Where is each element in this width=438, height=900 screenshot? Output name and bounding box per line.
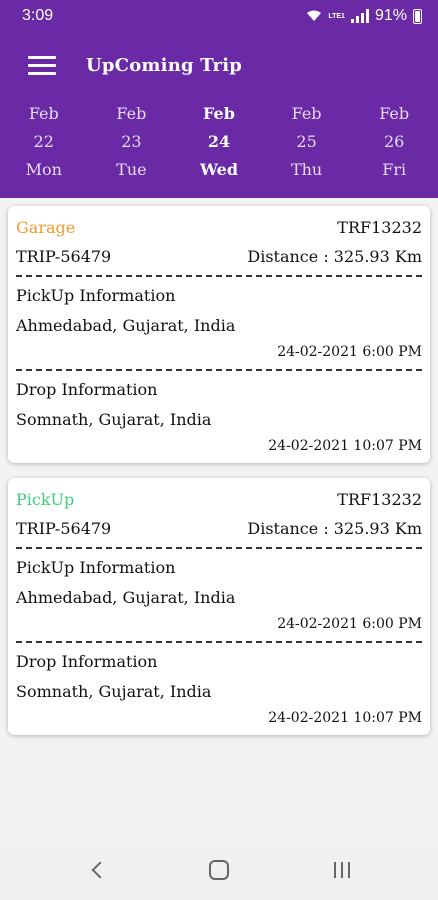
status-time: 3:09 bbox=[22, 7, 54, 24]
trip-distance: Distance : 325.93 Km bbox=[247, 247, 422, 266]
trip-card[interactable]: Garage TRF13232 TRIP-56479 Distance : 32… bbox=[8, 206, 430, 463]
date-weekday: Wed bbox=[199, 160, 238, 179]
wifi-icon bbox=[307, 10, 322, 21]
dashed-divider bbox=[16, 369, 422, 371]
date-weekday: Mon bbox=[25, 160, 62, 179]
trip-card[interactable]: PickUp TRF13232 TRIP-56479 Distance : 32… bbox=[8, 478, 430, 735]
date-item[interactable]: Feb 25 Thu bbox=[263, 100, 351, 190]
date-month: Feb bbox=[116, 104, 147, 123]
home-icon[interactable] bbox=[209, 860, 229, 880]
date-day: 24 bbox=[207, 132, 231, 151]
date-day: 22 bbox=[33, 132, 54, 151]
date-strip: Feb 22 Mon Feb 23 Tue Feb 24 Wed Feb 25 … bbox=[0, 100, 438, 190]
card-top-row: Garage TRF13232 bbox=[16, 218, 422, 237]
dashed-divider bbox=[16, 641, 422, 643]
date-item-selected[interactable]: Feb 24 Wed bbox=[175, 100, 263, 190]
trip-distance: Distance : 325.93 Km bbox=[247, 519, 422, 538]
date-item[interactable]: Feb 23 Tue bbox=[88, 100, 176, 190]
date-month: Feb bbox=[28, 104, 59, 123]
date-month: Feb bbox=[291, 104, 322, 123]
network-label: LTE1 bbox=[328, 12, 345, 20]
drop-time: 24-02-2021 10:07 PM bbox=[268, 710, 422, 726]
date-item[interactable]: Feb 22 Mon bbox=[0, 100, 88, 190]
back-icon[interactable] bbox=[90, 862, 104, 876]
trip-id: TRIP-56479 bbox=[16, 519, 112, 538]
date-day: 23 bbox=[121, 132, 142, 151]
menu-icon[interactable] bbox=[28, 56, 56, 76]
system-nav-bar bbox=[0, 842, 438, 900]
date-weekday: Tue bbox=[116, 160, 147, 179]
app-header: 3:09 LTE1 91% UpComing Trip Feb 22 Mon F… bbox=[0, 0, 438, 198]
pickup-heading: PickUp Information bbox=[16, 286, 176, 305]
date-weekday: Fri bbox=[382, 160, 407, 179]
card-info-row: TRIP-56479 Distance : 325.93 Km bbox=[16, 247, 422, 266]
pickup-location: Ahmedabad, Gujarat, India bbox=[16, 588, 236, 607]
dashed-divider bbox=[16, 275, 422, 277]
drop-location: Somnath, Gujarat, India bbox=[16, 410, 212, 429]
pickup-time: 24-02-2021 6:00 PM bbox=[277, 616, 422, 632]
card-top-row: PickUp TRF13232 bbox=[16, 490, 422, 509]
drop-location: Somnath, Gujarat, India bbox=[16, 682, 212, 701]
status-bar: 3:09 LTE1 91% bbox=[0, 0, 438, 32]
trip-id: TRIP-56479 bbox=[16, 247, 112, 266]
toolbar: UpComing Trip bbox=[0, 44, 438, 90]
page-title: UpComing Trip bbox=[86, 55, 243, 76]
trip-code: TRF13232 bbox=[337, 218, 422, 237]
battery-icon bbox=[413, 8, 422, 24]
pickup-heading: PickUp Information bbox=[16, 558, 176, 577]
trip-status: PickUp bbox=[16, 490, 75, 509]
drop-heading: Drop Information bbox=[16, 652, 158, 671]
date-weekday: Thu bbox=[290, 160, 323, 179]
date-month: Feb bbox=[203, 104, 235, 123]
date-day: 25 bbox=[296, 132, 317, 151]
date-day: 26 bbox=[383, 132, 405, 151]
status-icons: LTE1 91% bbox=[306, 7, 422, 25]
trip-code: TRF13232 bbox=[337, 490, 422, 509]
pickup-location: Ahmedabad, Gujarat, India bbox=[16, 316, 236, 335]
drop-heading: Drop Information bbox=[16, 380, 158, 399]
recent-apps-icon[interactable] bbox=[334, 862, 352, 878]
card-info-row: TRIP-56479 Distance : 325.93 Km bbox=[16, 519, 422, 538]
date-month: Feb bbox=[379, 104, 410, 123]
signal-icon bbox=[350, 9, 369, 23]
trip-status: Garage bbox=[16, 218, 76, 237]
battery-percent: 91% bbox=[374, 7, 407, 24]
date-item[interactable]: Feb 26 Fri bbox=[350, 100, 438, 190]
pickup-time: 24-02-2021 6:00 PM bbox=[277, 344, 422, 360]
drop-time: 24-02-2021 10:07 PM bbox=[268, 438, 422, 454]
dashed-divider bbox=[16, 547, 422, 549]
